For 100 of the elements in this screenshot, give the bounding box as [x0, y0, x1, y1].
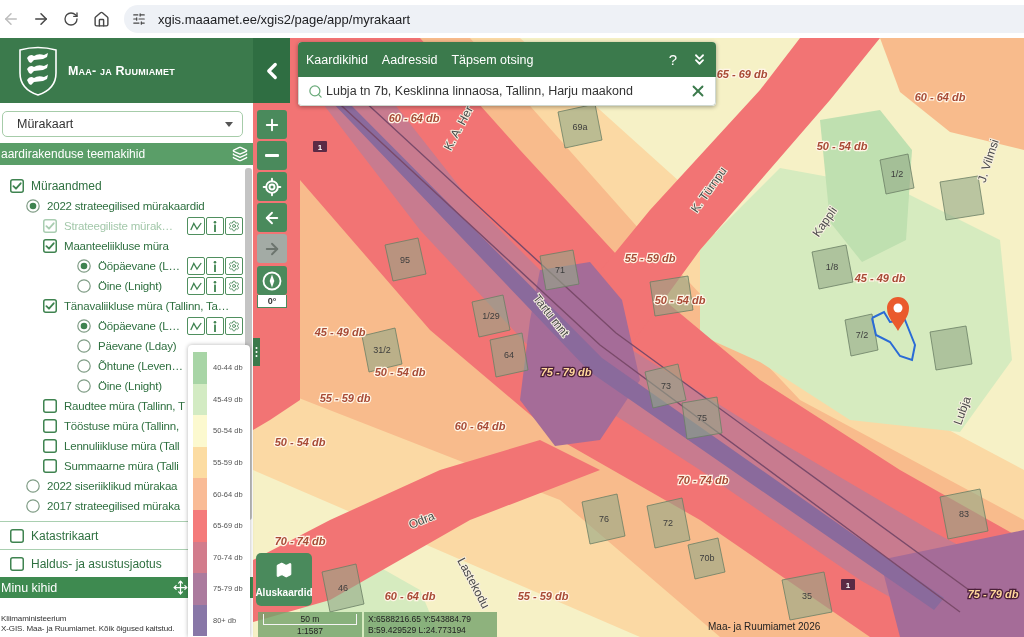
- layer-label: Müraandmed: [31, 179, 102, 193]
- checkbox[interactable]: [10, 528, 24, 543]
- noise-level-label: 50 - 54 db: [274, 436, 326, 448]
- building: [539, 249, 580, 291]
- reload-icon: [63, 11, 79, 27]
- layer-label: Lennuliikluse müra (Tall: [64, 440, 180, 452]
- building: [644, 363, 687, 409]
- house-number: 83: [959, 509, 969, 519]
- checkbox[interactable]: [43, 439, 57, 453]
- footer-text: X-GIS. Maa- ja Ruumiamet. Kõik õigused kaitstud.: [1, 624, 175, 634]
- building: [687, 537, 726, 580]
- zoom-in-button[interactable]: [257, 110, 287, 139]
- settings-icon: [228, 260, 240, 272]
- building: [939, 488, 989, 540]
- noise-level-label: 60 - 64 db: [914, 91, 966, 103]
- address-bar[interactable]: xgis.maaamet.ee/xgis2/page/app/myrakaart: [124, 5, 1024, 33]
- noise-level-label: 75 - 79 db: [967, 588, 1019, 600]
- move-icon[interactable]: [173, 580, 188, 595]
- info-button[interactable]: [206, 317, 224, 335]
- radio-button[interactable]: [77, 319, 91, 333]
- layer-label: Öine (Lnight): [98, 380, 162, 392]
- search-bar[interactable]: Lubja tn 7b, Kesklinna linnaosa, Tallinn, Harju maakond: [298, 77, 716, 106]
- radio-button[interactable]: [77, 339, 91, 353]
- noise-level-label: 45 - 49 db: [854, 272, 906, 284]
- radio-button[interactable]: [26, 199, 40, 213]
- coat-of-arms-icon: [17, 44, 59, 97]
- house-number: 72: [663, 518, 673, 528]
- house-number: 69a: [572, 122, 588, 132]
- locate-button[interactable]: [257, 172, 287, 201]
- sliders-icon[interactable]: [132, 12, 146, 26]
- line-chart-icon: [190, 221, 202, 231]
- layers-icon[interactable]: [232, 146, 248, 162]
- checkbox[interactable]: [43, 239, 57, 253]
- search-tab[interactable]: Täpsem otsing: [451, 52, 534, 67]
- checkbox[interactable]: [43, 459, 57, 473]
- street-name: Lubja: [950, 394, 974, 427]
- help-button[interactable]: ?: [668, 51, 677, 68]
- house-number: 95: [400, 255, 410, 265]
- radio-button[interactable]: [26, 499, 40, 513]
- layer-label: Ööpäevane (L…: [98, 320, 180, 332]
- chart-button[interactable]: [187, 257, 205, 275]
- radio-button[interactable]: [77, 279, 91, 293]
- noise-level-label: 50 - 54 db: [374, 366, 426, 378]
- settings-button[interactable]: [225, 257, 243, 275]
- collapse-button[interactable]: [253, 38, 290, 103]
- previous-view-button[interactable]: [257, 203, 287, 232]
- chart-button[interactable]: [187, 277, 205, 295]
- info-button[interactable]: [206, 257, 224, 275]
- attribution-text: Maa- ja Ruumiamet 2026: [708, 621, 821, 632]
- drag-handle-icon[interactable]: [253, 338, 260, 366]
- layer-label: Haldus- ja asustusjaotus: [31, 556, 162, 571]
- layer-label: 2022 siseriiklikud mürakaa: [47, 480, 178, 492]
- layer-label: Ööpäevane (L…: [98, 260, 180, 272]
- layer-label: Tänavaliikluse müra (Tallinn, Ta…: [64, 300, 230, 312]
- radio-button[interactable]: [77, 259, 91, 273]
- house-number: 75: [697, 413, 707, 423]
- checkbox[interactable]: [10, 556, 24, 571]
- building: [581, 493, 626, 545]
- map-icon: [275, 561, 293, 579]
- noise-level-label: 70 - 74 db: [274, 535, 326, 547]
- street-name: K. A. Her: [441, 103, 476, 153]
- info-icon: [213, 220, 217, 232]
- search-field[interactable]: Lubja tn 7b, Kesklinna linnaosa, Tallinn, Harju maakond: [326, 84, 686, 98]
- line-chart-icon: [190, 281, 202, 291]
- house-number: 1/8: [825, 262, 839, 272]
- checkbox[interactable]: [43, 299, 57, 313]
- noise-level-label: 55 - 59 db: [319, 392, 371, 404]
- zoom-out-button[interactable]: [257, 141, 287, 170]
- house-number: 70b: [699, 553, 715, 563]
- scale-bar: 50 m: [263, 614, 357, 625]
- checkbox[interactable]: [10, 179, 24, 193]
- radio-button[interactable]: [26, 479, 40, 493]
- my-layers-title: Minu kihid: [1, 580, 58, 595]
- house-number: 7/2: [855, 330, 869, 340]
- settings-button[interactable]: [225, 277, 243, 295]
- parcel-outline: [870, 310, 917, 362]
- noise-level-label: 50 - 54 db: [654, 294, 706, 306]
- search-tab[interactable]: Aadressid: [381, 52, 438, 67]
- map-select[interactable]: Mürakaart: [2, 111, 243, 137]
- search-tab[interactable]: Kaardikihid: [306, 52, 368, 67]
- search-icon: [308, 83, 323, 99]
- compass-button[interactable]: [257, 266, 287, 295]
- building: [844, 313, 879, 357]
- noise-level-label: 60 - 64 db: [454, 420, 506, 432]
- layer-label: Õhtune (Leven…: [98, 360, 183, 372]
- checkbox[interactable]: [43, 419, 57, 433]
- info-button[interactable]: [206, 277, 224, 295]
- radio-button[interactable]: [77, 359, 91, 373]
- chart-button[interactable]: [187, 317, 205, 335]
- checkbox[interactable]: [43, 399, 57, 413]
- settings-icon: [228, 280, 240, 292]
- street-name: J. Vilmsi: [974, 137, 1002, 185]
- house-number: 46: [338, 583, 348, 593]
- settings-button[interactable]: [225, 317, 243, 335]
- basemaps-button[interactable]: Aluskaardid: [256, 553, 312, 606]
- settings-icon: [228, 220, 240, 232]
- house-number: 64: [504, 350, 514, 360]
- house-number: 31/2: [373, 345, 391, 355]
- layer-label: Maanteeliikluse müra: [64, 240, 169, 252]
- radio-button[interactable]: [77, 379, 91, 393]
